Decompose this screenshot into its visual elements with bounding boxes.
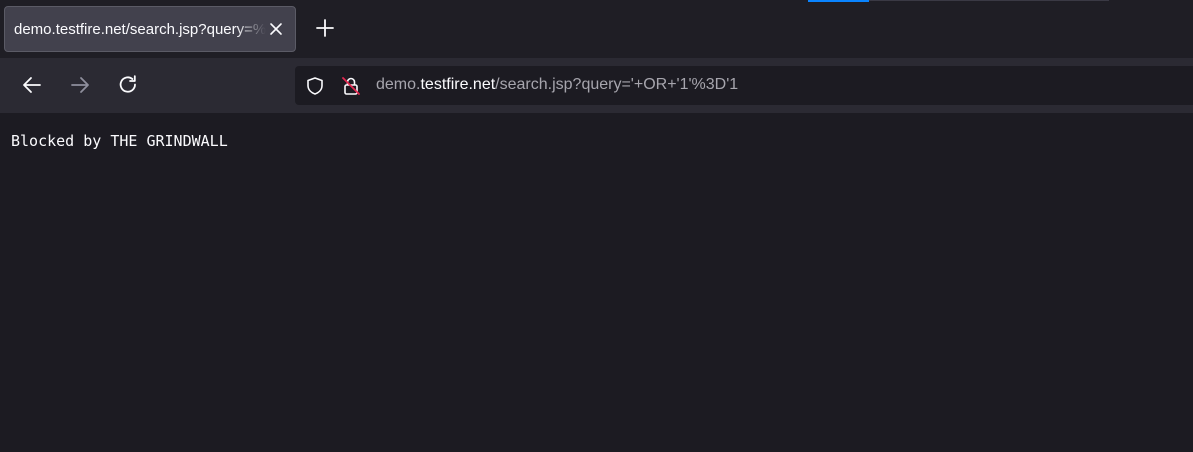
- insecure-lock-icon[interactable]: [340, 75, 362, 97]
- url-path: /search.jsp?query='+OR+'1'%3D'1: [495, 76, 739, 93]
- blocked-message: Blocked by THE GRINDWALL: [11, 132, 228, 150]
- address-bar[interactable]: demo.testfire.net/search.jsp?query='+OR+…: [295, 66, 1193, 105]
- tab-active[interactable]: demo.testfire.net/search.jsp?query=%27+O…: [4, 6, 296, 52]
- tab-strip: demo.testfire.net/search.jsp?query=%27+O…: [0, 0, 1193, 58]
- url-domain: testfire.net: [420, 76, 496, 93]
- close-icon[interactable]: [268, 21, 284, 37]
- navigation-toolbar: demo.testfire.net/search.jsp?query='+OR+…: [0, 58, 1193, 113]
- page-content: Blocked by THE GRINDWALL: [0, 113, 1193, 452]
- arrow-left-icon[interactable]: [19, 72, 45, 98]
- tab-title: demo.testfire.net/search.jsp?query=%27+O…: [14, 21, 266, 38]
- arrow-right-icon[interactable]: [67, 72, 93, 98]
- shield-icon[interactable]: [305, 76, 325, 96]
- url-text[interactable]: demo.testfire.net/search.jsp?query='+OR+…: [376, 76, 738, 94]
- reload-icon[interactable]: [115, 72, 141, 98]
- browser-window: demo.testfire.net/search.jsp?query=%27+O…: [0, 0, 1193, 452]
- url-prefix: demo.: [376, 76, 421, 93]
- tab-strip-accent: [808, 0, 869, 2]
- tab-strip-divider: [869, 0, 1109, 1]
- plus-icon[interactable]: [314, 17, 336, 39]
